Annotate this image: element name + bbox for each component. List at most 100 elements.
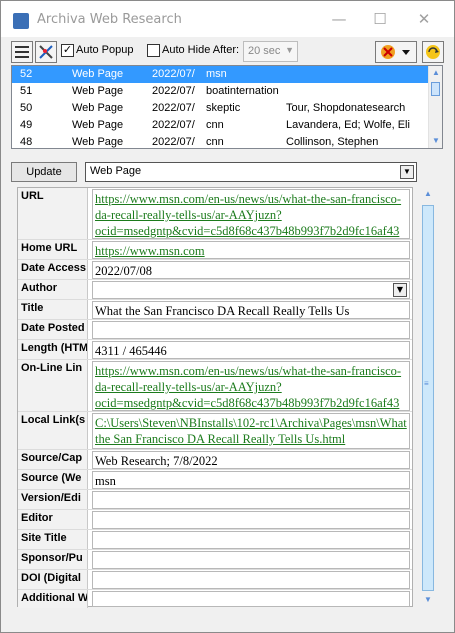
row-type: Web Page <box>72 85 124 97</box>
title-bar[interactable]: Archiva Web Research — ☐ ✕ <box>1 1 454 37</box>
field-row-date-accessed: Date Access 2022/07/08 <box>18 260 412 280</box>
auto-hide-value: 20 sec <box>248 45 281 57</box>
field-label: Site Title <box>18 530 88 549</box>
window-title: Archiva Web Research <box>37 12 182 27</box>
row-author: Tour, Shopdonatesearch <box>286 102 406 114</box>
date-posted-field[interactable] <box>92 321 410 339</box>
online-link-field[interactable]: https://www.msn.com/en-us/news/us/what-t… <box>92 361 410 411</box>
chevron-down-icon: ▼ <box>285 45 294 55</box>
list-row[interactable]: 52 Web Page 2022/07/ msn <box>12 66 430 83</box>
field-label: URL <box>18 188 88 239</box>
doi-field[interactable] <box>92 571 410 589</box>
field-label: Date Posted <box>18 320 88 339</box>
row-id: 51 <box>20 85 33 97</box>
row-date: 2022/07/ <box>152 119 195 131</box>
row-type: Web Page <box>72 102 124 114</box>
url-field[interactable]: https://www.msn.com/en-us/news/us/what-t… <box>92 189 410 239</box>
row-author: Lavandera, Ed; Wolfe, Eli <box>286 119 410 131</box>
grip-icon: ≡ <box>424 379 429 388</box>
site-title-field[interactable] <box>92 531 410 549</box>
auto-hide-select[interactable]: 20 sec ▼ <box>243 41 298 62</box>
row-id: 48 <box>20 136 33 148</box>
update-button[interactable]: Update <box>11 162 77 182</box>
field-row-version: Version/Edi <box>18 490 412 510</box>
field-row-length: Length (HTM 4311 / 465446 <box>18 340 412 360</box>
record-type-select[interactable]: Web Page ▼ <box>85 162 417 182</box>
local-link-field[interactable]: C:\Users\Steven\NBInstalls\102-rc1\Archi… <box>92 413 410 449</box>
maximize-button[interactable]: ☐ <box>357 1 403 37</box>
row-source: boatinternation <box>206 85 279 97</box>
scroll-down-icon[interactable]: ▼ <box>422 595 434 609</box>
scroll-down-icon[interactable]: ▼ <box>429 134 442 148</box>
list-row[interactable]: 49 Web Page 2022/07/ cnn Lavandera, Ed; … <box>12 117 430 134</box>
refresh-icon <box>426 45 440 59</box>
home-url-field[interactable]: https://www.msn.com <box>92 241 410 259</box>
delete-menu-button[interactable] <box>375 41 417 63</box>
row-id: 50 <box>20 102 33 114</box>
field-label: Version/Edi <box>18 490 88 509</box>
source-caption-field[interactable]: Web Research; 7/8/2022 <box>92 451 410 469</box>
field-label: Additional W <box>18 590 88 608</box>
app-window: Archiva Web Research — ☐ ✕ ✓ Auto Popup … <box>0 0 455 633</box>
auto-hide-label: Auto Hide After: <box>162 44 240 56</box>
row-date: 2022/07/ <box>152 136 195 148</box>
chevron-down-icon: ▼ <box>400 165 414 179</box>
field-label: Title <box>18 300 88 319</box>
field-label: Sponsor/Pu <box>18 550 88 569</box>
row-type: Web Page <box>72 119 124 131</box>
row-date: 2022/07/ <box>152 68 195 80</box>
list-scroll-thumb[interactable] <box>431 82 440 96</box>
title-field[interactable]: What the San Francisco DA Recall Really … <box>92 301 410 319</box>
fields-scroll-thumb[interactable] <box>422 205 434 591</box>
scroll-up-icon[interactable]: ▲ <box>429 66 442 80</box>
field-row-sponsor: Sponsor/Pu <box>18 550 412 570</box>
record-type-value: Web Page <box>90 165 142 177</box>
fields-panel: URL https://www.msn.com/en-us/news/us/wh… <box>17 187 413 608</box>
close-button[interactable]: ✕ <box>401 1 447 37</box>
minimize-button[interactable]: — <box>316 1 362 37</box>
version-field[interactable] <box>92 491 410 509</box>
auto-popup-checkbox[interactable]: ✓ <box>61 44 74 57</box>
field-row-additional: Additional W <box>18 590 412 608</box>
field-row-doi: DOI (Digital <box>18 570 412 590</box>
row-id: 52 <box>20 68 33 80</box>
tools-icon <box>39 45 53 59</box>
field-row-url: URL https://www.msn.com/en-us/news/us/wh… <box>18 188 412 240</box>
field-label: DOI (Digital <box>18 570 88 589</box>
sponsor-field[interactable] <box>92 551 410 569</box>
editor-field[interactable] <box>92 511 410 529</box>
list-row[interactable]: 50 Web Page 2022/07/ skeptic Tour, Shopd… <box>12 100 430 117</box>
field-row-editor: Editor <box>18 510 412 530</box>
row-author: Collinson, Stephen <box>286 136 379 148</box>
source-web-field[interactable]: msn <box>92 471 410 489</box>
row-source: skeptic <box>206 102 241 114</box>
list-icon <box>15 46 29 58</box>
additional-field[interactable] <box>92 591 410 607</box>
field-label: Editor <box>18 510 88 529</box>
field-label: Home URL <box>18 240 88 259</box>
field-row-online-link: On-Line Lin https://www.msn.com/en-us/ne… <box>18 360 412 412</box>
list-row[interactable]: 51 Web Page 2022/07/ boatinternation <box>12 83 430 100</box>
fields-scrollbar[interactable]: ▲ ≡ ▼ <box>419 189 437 609</box>
field-label: Local Link(s <box>18 412 88 449</box>
field-row-author: Author ▼ <box>18 280 412 300</box>
app-icon <box>13 13 29 29</box>
refresh-button[interactable] <box>422 41 444 63</box>
row-type: Web Page <box>72 136 124 148</box>
length-field[interactable]: 4311 / 465446 <box>92 341 410 359</box>
list-row[interactable]: 48 Web Page 2022/07/ cnn Collinson, Step… <box>12 134 430 148</box>
list-view-button[interactable] <box>11 41 33 63</box>
auto-hide-checkbox[interactable] <box>147 44 160 57</box>
field-label: On-Line Lin <box>18 360 88 411</box>
record-list[interactable]: 52 Web Page 2022/07/ msn 51 Web Page 202… <box>11 65 443 149</box>
tools-button[interactable] <box>35 41 57 63</box>
scroll-up-icon[interactable]: ▲ <box>422 189 434 203</box>
row-id: 49 <box>20 119 33 131</box>
author-field[interactable]: ▼ <box>92 281 410 299</box>
list-scrollbar[interactable]: ▲ ▼ <box>428 66 442 148</box>
chevron-down-icon[interactable]: ▼ <box>393 283 407 297</box>
auto-popup-label: Auto Popup <box>76 44 134 56</box>
date-accessed-field[interactable]: 2022/07/08 <box>92 261 410 279</box>
toolbar: ✓ Auto Popup Auto Hide After: 20 sec ▼ <box>1 37 454 65</box>
row-source: cnn <box>206 136 224 148</box>
